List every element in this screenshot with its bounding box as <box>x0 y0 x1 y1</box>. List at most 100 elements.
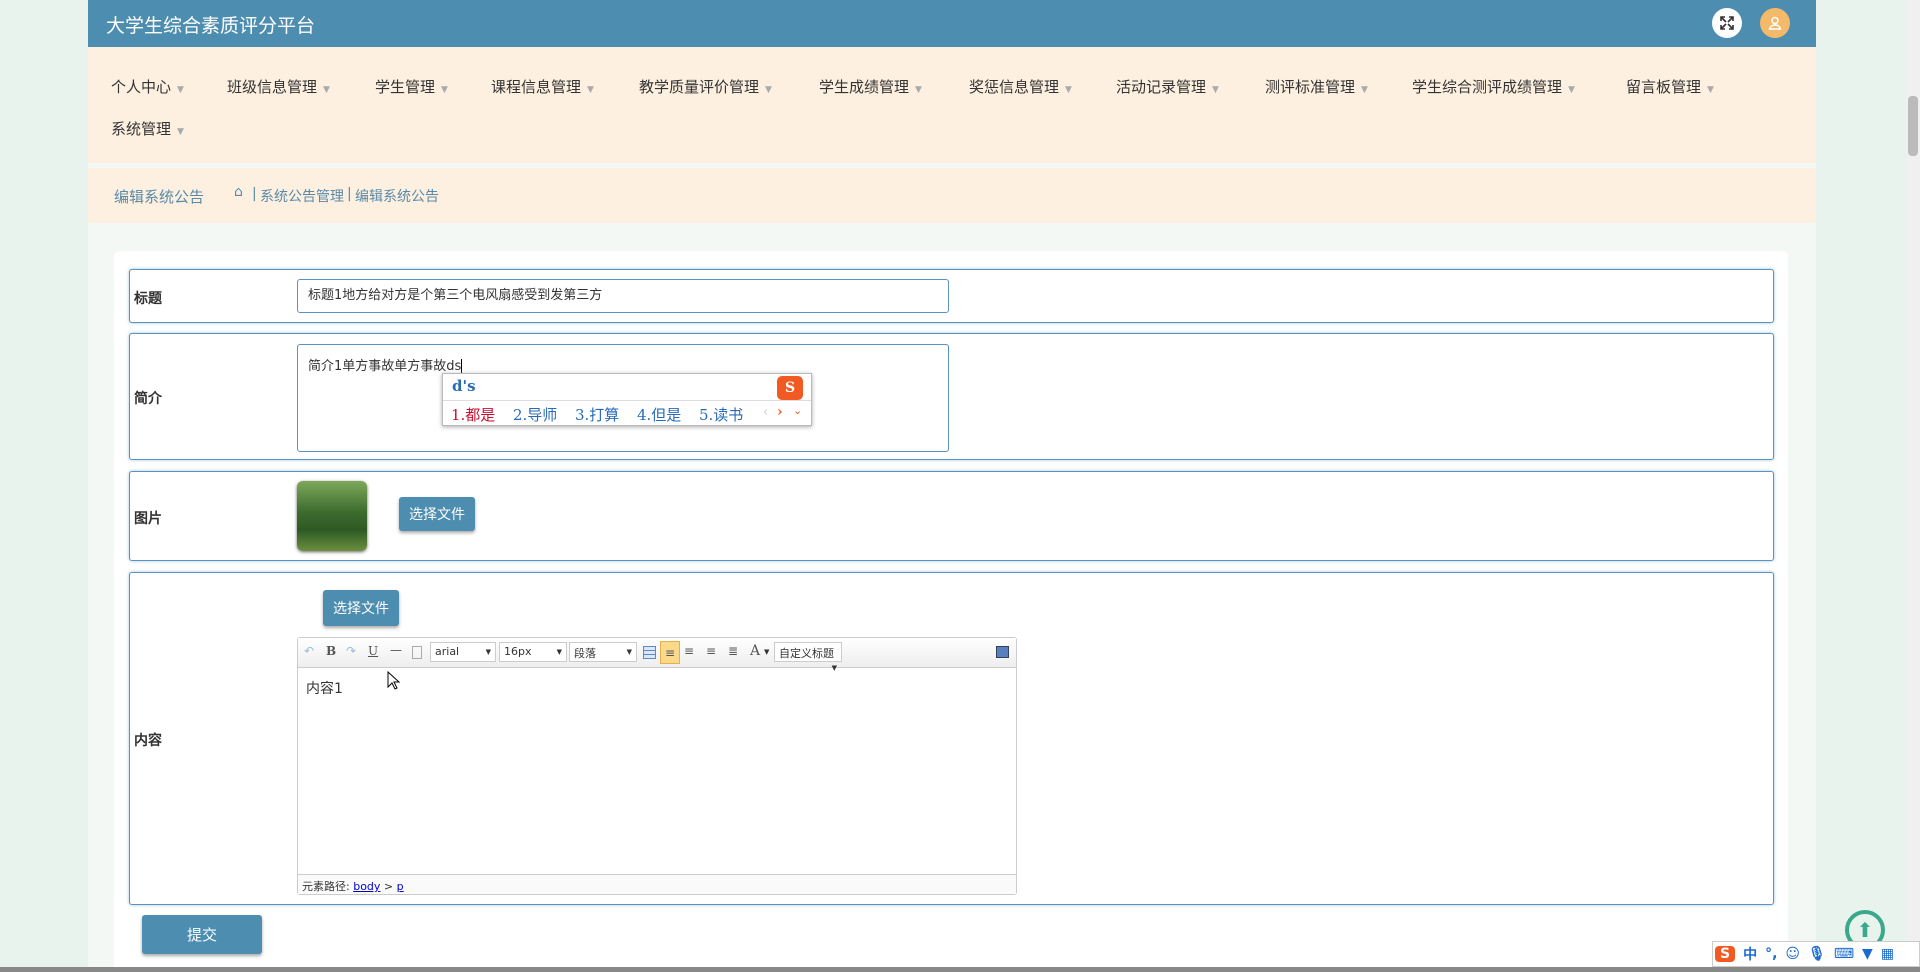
preview-icon[interactable] <box>996 646 1009 658</box>
caret-down-icon: ▼ <box>1707 85 1714 95</box>
align-left-icon[interactable]: ≡ <box>660 641 680 664</box>
breadcrumb: 编辑系统公告 ⌂ | 系统公告管理 | 编辑系统公告 <box>88 168 1816 223</box>
redo-icon[interactable]: ↷ <box>346 644 356 658</box>
keyboard-icon[interactable]: ⌨ <box>1834 946 1854 962</box>
caret-down-icon: ▼ <box>1361 85 1368 95</box>
sogou-logo-icon: S <box>777 376 803 400</box>
nav-item[interactable]: 留言板管理 ▼ <box>1626 76 1714 97</box>
path-link[interactable]: p <box>397 880 404 893</box>
table-icon[interactable] <box>643 646 656 659</box>
font-family-select[interactable]: arial ▼ <box>430 642 496 662</box>
nav-item[interactable]: 系统管理 ▼ <box>111 118 184 139</box>
align-center-icon[interactable]: ≡ <box>706 644 716 658</box>
home-icon[interactable]: ⌂ <box>234 184 243 200</box>
ime-mode[interactable]: 中 <box>1743 944 1757 964</box>
align-justify-icon[interactable]: ≣ <box>728 644 738 658</box>
paragraph-value: 段落 <box>574 647 596 660</box>
expand-icon[interactable]: ⌄ <box>793 404 802 417</box>
microphone-icon[interactable]: 🎙 <box>1808 946 1826 962</box>
caret-down-icon: ▼ <box>323 85 330 95</box>
breadcrumb-link[interactable]: 系统公告管理 <box>260 186 344 206</box>
nav-item[interactable]: 学生管理 ▼ <box>375 76 448 97</box>
caret-down-icon: ▼ <box>1212 85 1219 95</box>
horizontal-rule-icon[interactable]: — <box>390 643 402 657</box>
ime-candidate[interactable]: 3.打算 <box>575 404 619 425</box>
submit-button[interactable]: 提交 <box>142 915 262 954</box>
ime-candidate[interactable]: 1.都是 <box>451 404 495 425</box>
caret-down-icon: ▼ <box>441 85 448 95</box>
main-nav: 个人中心 ▼ 班级信息管理 ▼ 学生管理 ▼ 课程信息管理 ▼ 教学质量评价管理 ▼ 学生… <box>88 47 1816 163</box>
nav-label: 活动记录管理 <box>1116 78 1207 96</box>
image-row: 图片 选择文件 <box>129 471 1774 561</box>
editor-content[interactable]: 内容1 <box>306 678 343 698</box>
ime-candidate[interactable]: 2.导师 <box>513 404 557 425</box>
nav-item[interactable]: 学生成绩管理 ▼ <box>819 76 922 97</box>
underline-button[interactable]: U <box>368 644 378 658</box>
page-heading: 编辑系统公告 <box>114 188 205 206</box>
sogou-logo-icon[interactable]: S <box>1715 946 1736 962</box>
taskbar-edge <box>0 967 1920 972</box>
caret-down-icon: ▼ <box>915 85 922 95</box>
align-right-icon[interactable]: ≡ <box>684 644 694 658</box>
nav-item[interactable]: 个人中心 ▼ <box>111 76 184 97</box>
nav-label: 学生综合测评成绩管理 <box>1412 78 1563 96</box>
content-row: 内容 选择文件 ↶ B ↷ U — arial ▼ 16px ▼ 段落 ▼ ≡ ≡ ≡… <box>129 572 1774 905</box>
nav-label: 个人中心 <box>111 78 172 96</box>
scrollbar-thumb[interactable] <box>1908 96 1918 156</box>
nav-label: 教学质量评价管理 <box>639 78 760 96</box>
caret-down-icon: ▼ <box>177 85 184 95</box>
nav-item[interactable]: 学生综合测评成绩管理 ▼ <box>1412 76 1575 97</box>
custom-title-value: 自定义标题 <box>779 647 834 660</box>
scrollbar[interactable] <box>1906 0 1920 972</box>
ime-candidate[interactable]: 5.读书 <box>699 404 743 425</box>
fullscreen-icon[interactable] <box>1712 8 1742 38</box>
title-input[interactable]: 标题1地方给对方是个第三个电风扇感受到发第三方 <box>297 279 949 313</box>
nav-item[interactable]: 教学质量评价管理 ▼ <box>639 76 772 97</box>
custom-title-select[interactable]: 自定义标题 ▼ <box>774 642 842 672</box>
path-label: 元素路径: <box>302 880 350 893</box>
caret-down-icon[interactable]: ▼ <box>764 648 769 656</box>
caret-down-icon: ▼ <box>765 85 772 95</box>
nav-item[interactable]: 活动记录管理 ▼ <box>1116 76 1219 97</box>
intro-label: 简介 <box>134 391 162 407</box>
skin-icon[interactable]: ▼ <box>1862 946 1873 962</box>
prev-page-icon[interactable]: ‹ <box>763 404 769 420</box>
nav-label: 课程信息管理 <box>491 78 582 96</box>
undo-icon[interactable]: ↶ <box>304 644 314 658</box>
ime-punct[interactable]: °, <box>1765 946 1777 962</box>
image-thumbnail <box>297 481 367 551</box>
rich-text-editor: ↶ B ↷ U — arial ▼ 16px ▼ 段落 ▼ ≡ ≡ ≡ ≣ A ▼ 自… <box>297 637 1017 895</box>
next-page-icon[interactable]: › <box>777 404 783 420</box>
nav-item[interactable]: 课程信息管理 ▼ <box>491 76 594 97</box>
ime-input: d's <box>452 377 476 395</box>
paragraph-select[interactable]: 段落 ▼ <box>569 642 637 662</box>
path-link[interactable]: body <box>353 880 380 893</box>
font-color-button[interactable]: A <box>750 643 760 659</box>
nav-label: 学生成绩管理 <box>819 78 910 96</box>
choose-file-button[interactable]: 选择文件 <box>399 497 475 531</box>
toolbox-icon[interactable]: ▦ <box>1881 946 1894 962</box>
new-document-icon[interactable] <box>412 646 422 659</box>
nav-label: 班级信息管理 <box>227 78 318 96</box>
emoji-icon[interactable]: ☺ <box>1785 946 1800 962</box>
nav-item[interactable]: 班级信息管理 ▼ <box>227 76 330 97</box>
nav-label: 系统管理 <box>111 120 172 138</box>
nav-item[interactable]: 测评标准管理 ▼ <box>1265 76 1368 97</box>
font-size-select[interactable]: 16px ▼ <box>499 642 567 662</box>
editor-toolbar: ↶ B ↷ U — arial ▼ 16px ▼ 段落 ▼ ≡ ≡ ≡ ≣ A ▼ 自… <box>298 638 1016 672</box>
top-header: 大学生综合素质评分平台 <box>88 0 1816 47</box>
nav-label: 留言板管理 <box>1626 78 1702 96</box>
caret-down-icon: ▼ <box>1065 85 1072 95</box>
content-label: 内容 <box>134 733 162 749</box>
title-row: 标题 标题1地方给对方是个第三个电风扇感受到发第三方 <box>129 269 1774 323</box>
ime-candidate-popup: d's S 1.都是 2.导师 3.打算 4.但是 5.读书 ‹ › ⌄ <box>442 373 812 426</box>
ime-candidate[interactable]: 4.但是 <box>637 404 681 425</box>
user-avatar-icon[interactable] <box>1760 8 1790 38</box>
nav-item[interactable]: 奖惩信息管理 ▼ <box>969 76 1072 97</box>
intro-row: 简介 简介1单方事故单方事故ds <box>129 333 1774 460</box>
mouse-cursor-icon <box>387 671 401 690</box>
font-value: arial <box>435 645 460 658</box>
bold-button[interactable]: B <box>326 644 336 658</box>
caret-down-icon: ▼ <box>1568 85 1575 95</box>
choose-file-button[interactable]: 选择文件 <box>323 590 399 626</box>
